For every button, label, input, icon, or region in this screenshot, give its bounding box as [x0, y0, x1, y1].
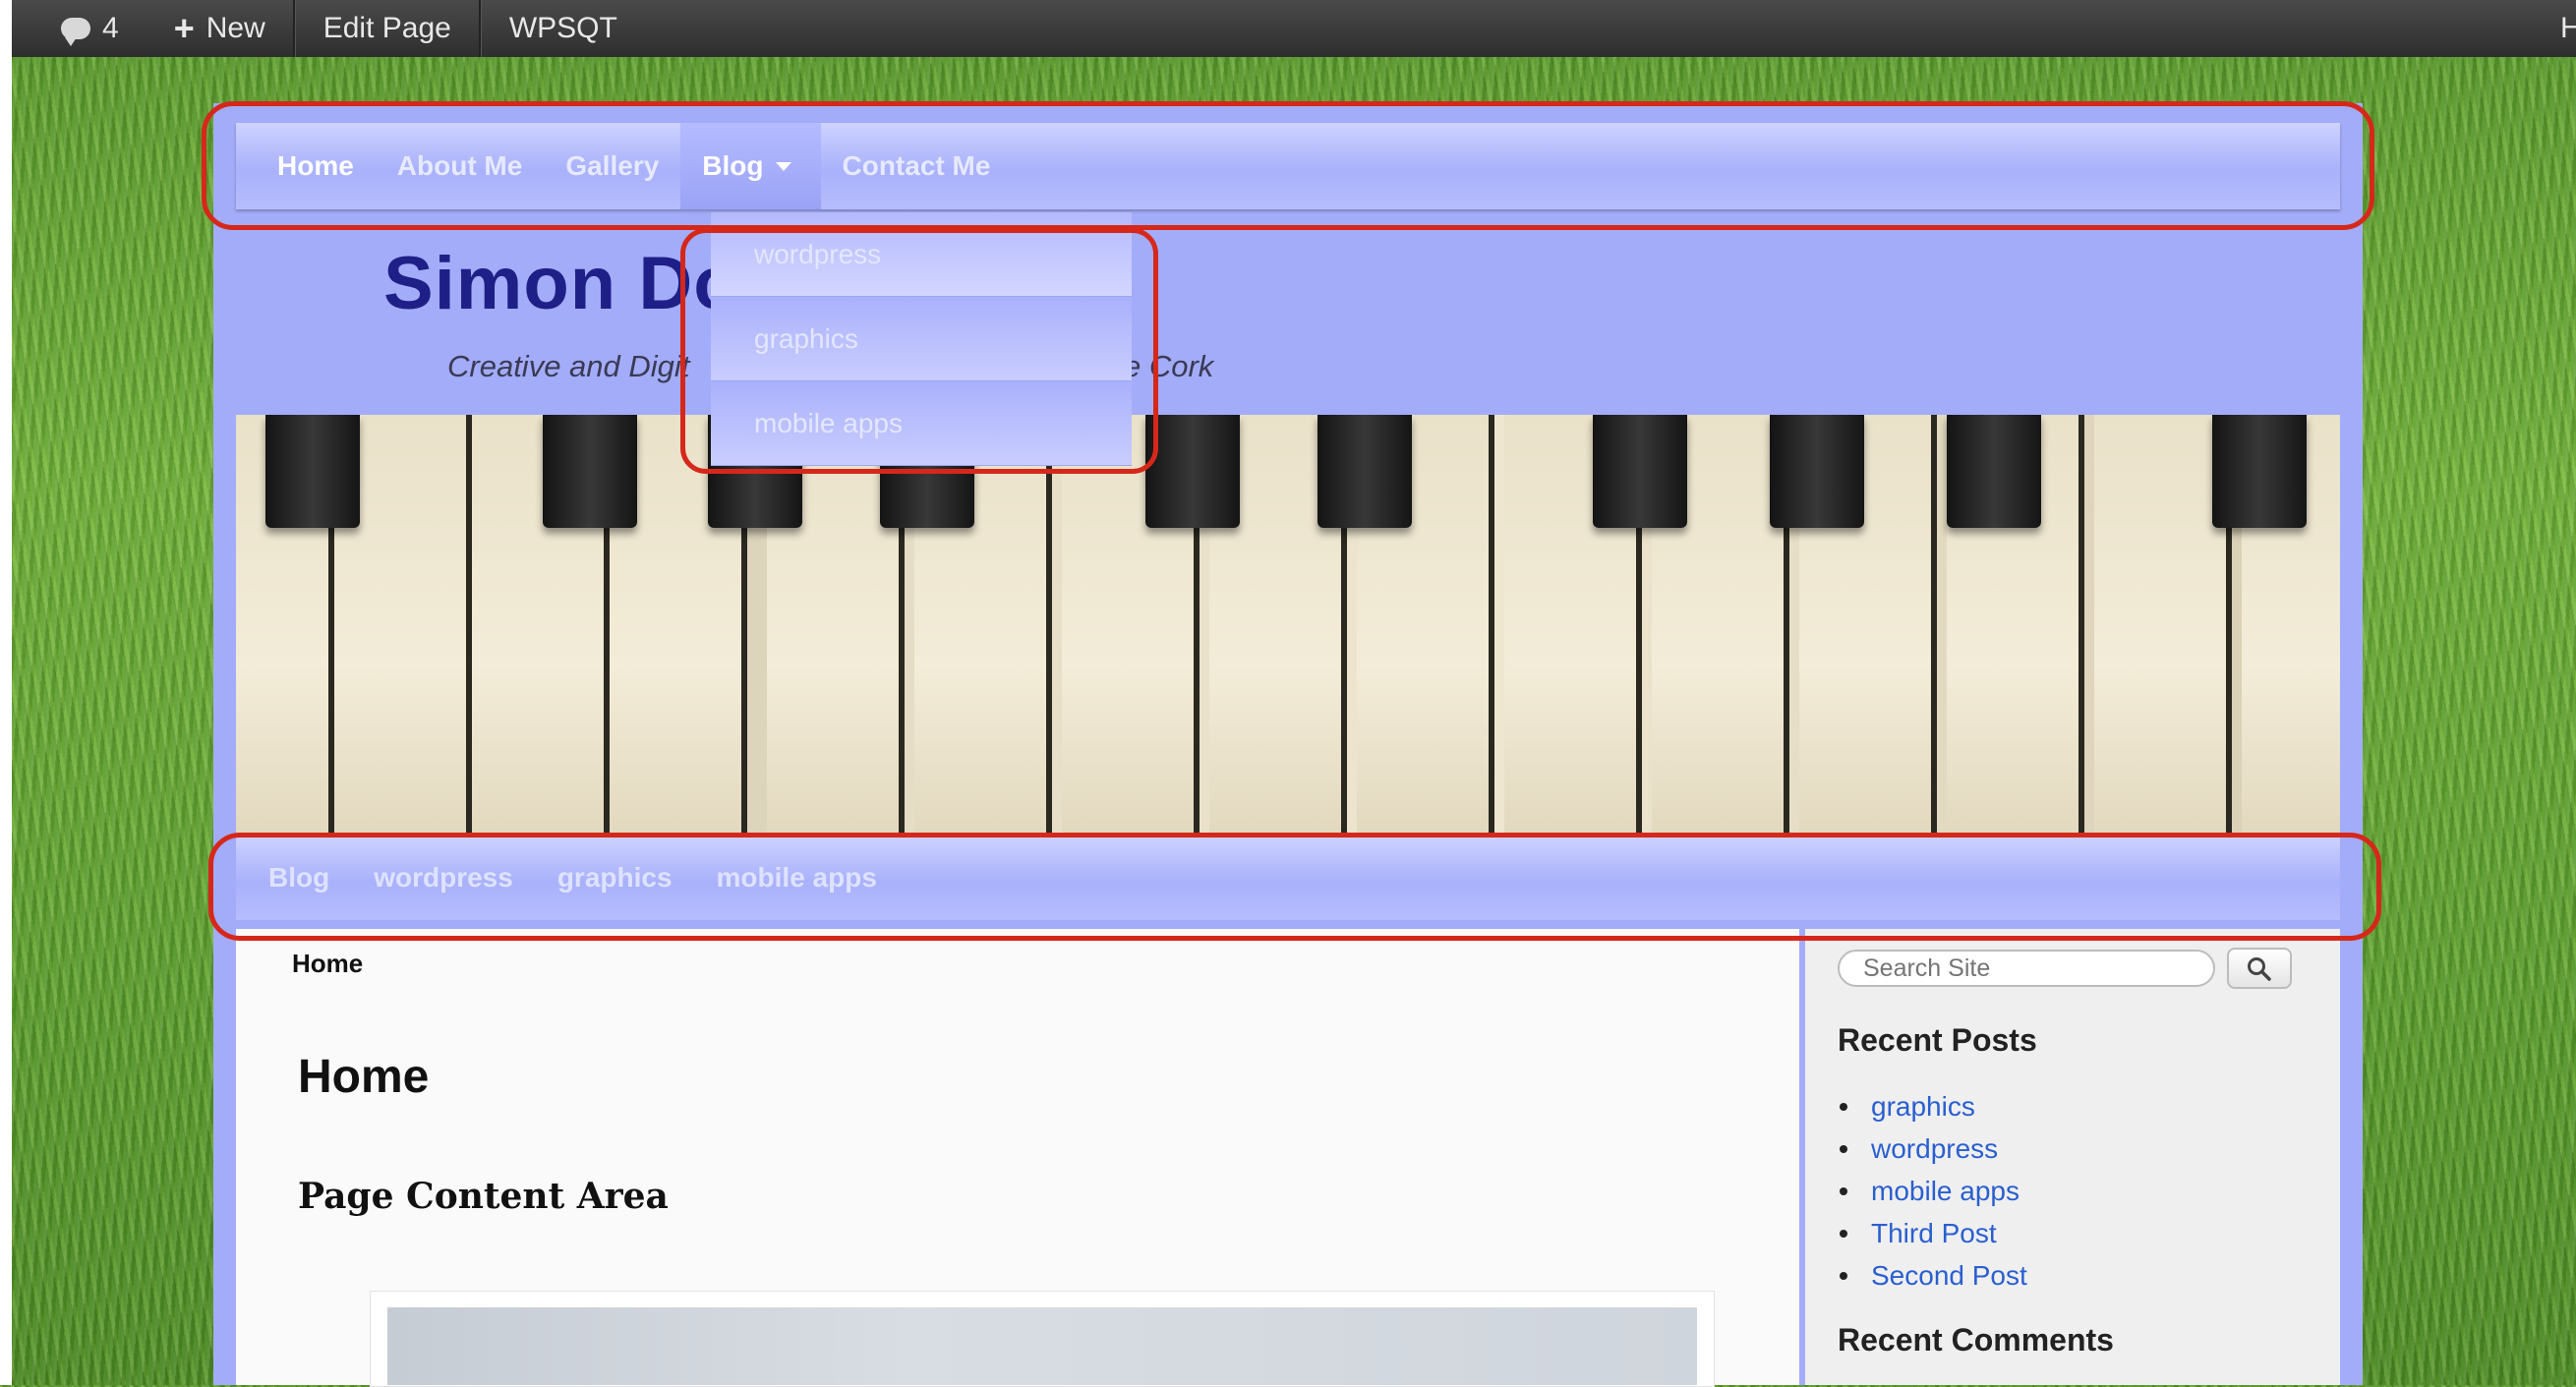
comments-button[interactable]: 4 [12, 0, 146, 57]
header-banner-image [236, 415, 2340, 833]
new-label: New [205, 12, 265, 44]
edit-page-button[interactable]: Edit Page [296, 0, 479, 57]
piano-black-key [1770, 415, 1864, 528]
piano-black-key [1947, 415, 2041, 528]
recent-comments-heading: Recent Comments [1838, 1322, 2114, 1358]
recent-post-link[interactable]: mobile apps [1838, 1170, 2027, 1212]
search-button[interactable] [2227, 948, 2292, 989]
piano-black-key [543, 415, 637, 528]
dropdown-highlight [680, 228, 1158, 474]
left-window-edge [0, 0, 12, 1385]
piano-black-key [1317, 415, 1412, 528]
new-button[interactable]: + New [146, 0, 293, 57]
section-heading: Page Content Area [298, 1176, 669, 1217]
recent-post-link[interactable]: graphics [1838, 1085, 2027, 1127]
search-icon [2248, 957, 2271, 981]
admin-bar-right-item[interactable]: H [2560, 0, 2576, 57]
page-title: Home [298, 1051, 430, 1103]
wpsqt-label: WPSQT [508, 12, 617, 44]
recent-post-link[interactable]: wordpress [1838, 1127, 2027, 1170]
plus-icon: + [173, 8, 195, 48]
wpsqt-button[interactable]: WPSQT [482, 0, 645, 57]
site-tagline: Creative and Digit [447, 349, 690, 383]
recent-posts-list: graphics wordpress mobile apps Third Pos… [1838, 1085, 2027, 1297]
piano-black-key [1593, 415, 1687, 528]
edit-page-label: Edit Page [322, 12, 451, 44]
main-nav-highlight [202, 101, 2374, 230]
recent-post-link[interactable]: Third Post [1838, 1212, 2027, 1254]
admin-bar: 4 + New Edit Page WPSQT H [12, 0, 2576, 57]
search-input[interactable] [1838, 950, 2215, 987]
secondary-nav-highlight [208, 833, 2381, 941]
recent-post-link[interactable]: Second Post [1838, 1254, 2027, 1297]
comment-bubble-icon [61, 18, 90, 46]
piano-black-key [2212, 415, 2307, 528]
recent-posts-heading: Recent Posts [1838, 1022, 2037, 1058]
breadcrumb[interactable]: Home [292, 949, 363, 979]
piano-black-key [1145, 415, 1240, 528]
content-image [387, 1307, 1697, 1385]
piano-black-key [265, 415, 360, 528]
piano-white-key [2094, 415, 2232, 833]
comments-count: 4 [102, 12, 119, 44]
